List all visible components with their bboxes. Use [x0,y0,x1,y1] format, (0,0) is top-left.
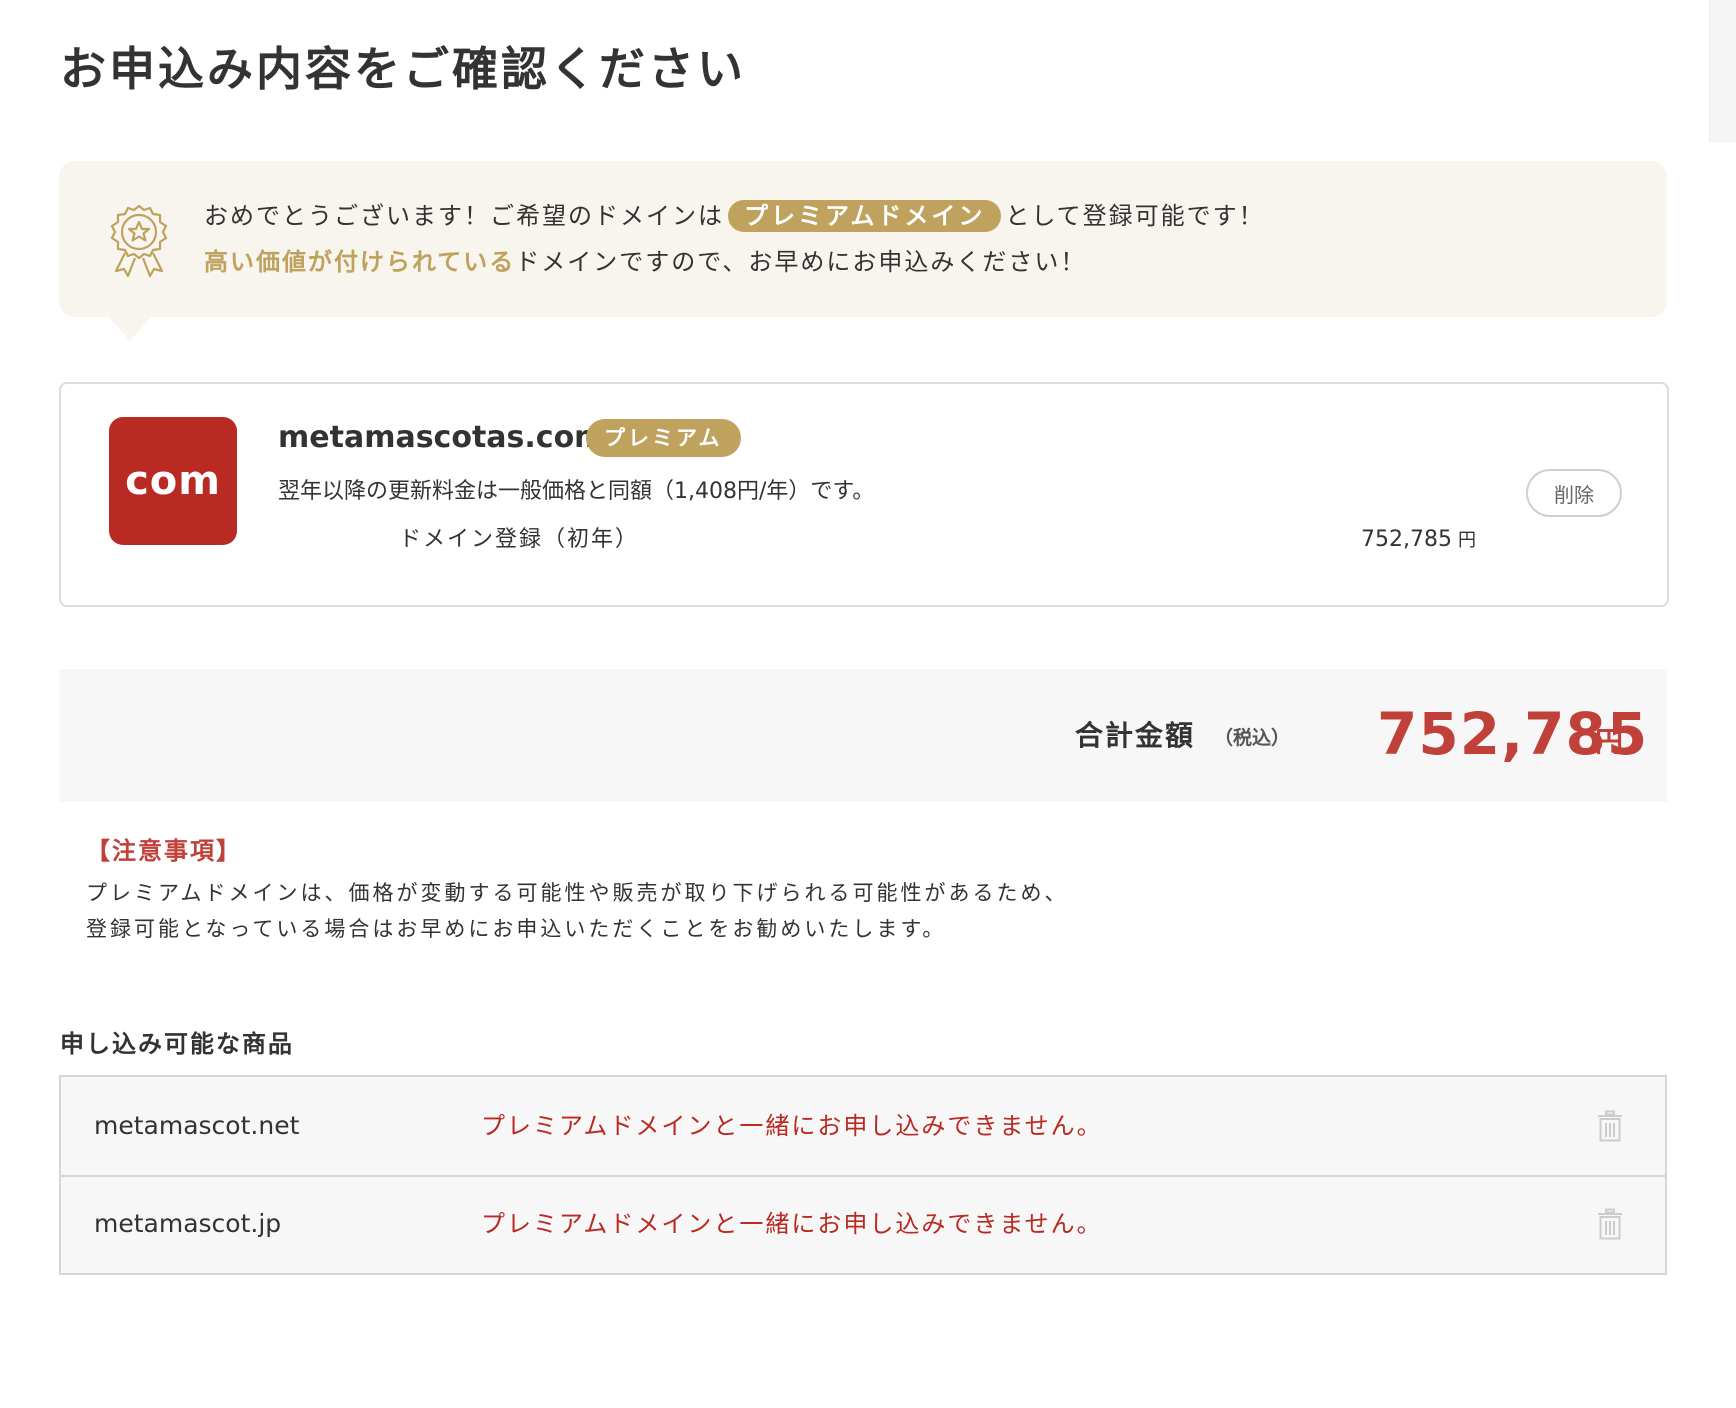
award-ribbon-icon [110,204,168,278]
trash-icon [1598,1110,1622,1142]
total-label: 合計金額 [1075,719,1196,752]
congratulations-notice: おめでとうございます！ご希望のドメインは プレミアムドメイン として登録可能です！ … [59,161,1667,341]
premium-tag: プレミアム [586,419,741,457]
product-unavailable-message: プレミアムドメインと一緒にお申し込みできません。 [481,1210,1103,1238]
trash-icon [1598,1208,1622,1240]
delete-button[interactable]: 削除 [1526,469,1622,517]
price-value: 752,785 [1361,527,1452,552]
available-products-title: 申し込み可能な商品 [60,1030,294,1058]
domain-card: com metamascotas.com プレミアム 翌年以降の更新料金は一般価… [59,382,1669,607]
caution-text: 登録可能となっている場合はお早めにお申込いただくことをお勧めいたします。 [86,917,947,941]
registration-item-price: 752,785 円 [1361,524,1476,557]
scrollbar-track[interactable] [1709,0,1736,142]
caution-text: プレミアムドメインは、価格が変動する可能性や販売が取り下げられる可能性があるため… [86,881,1069,905]
renewal-note: 翌年以降の更新料金は一般価格と同額（1,408円/年）です。 [278,479,875,504]
notice-line-1: おめでとうございます！ご希望のドメインは プレミアムドメイン として登録可能です！ [204,199,1265,233]
product-domain-name: metamascot.net [94,1111,300,1140]
domain-name: metamascotas.com [278,420,606,455]
notice-text: おめでとうございます！ご希望のドメインは [204,202,724,230]
product-row: metamascot.jp プレミアムドメインと一緒にお申し込みできません。 [61,1175,1665,1273]
total-panel: 合計金額 （税込） 752,785 円 [59,669,1667,802]
product-unavailable-message: プレミアムドメインと一緒にお申し込みできません。 [481,1112,1103,1140]
registration-item-label: ドメイン登録（初年） [399,527,640,552]
product-row: metamascot.net プレミアムドメインと一緒にお申し込みできません。 [61,1077,1665,1177]
notice-text: ドメインですので、お早めにお申込みください！ [515,248,1087,276]
notice-highlight: 高い価値が付けられている [204,248,516,276]
available-products-table: metamascot.net プレミアムドメインと一緒にお申し込みできません。 … [59,1075,1667,1275]
notice-text: として登録可能です！ [1005,202,1265,230]
price-currency: 円 [1457,530,1476,551]
tld-badge: com [109,417,237,545]
premium-domain-pill: プレミアムドメイン [728,200,1002,232]
page-title: お申込み内容をご確認ください [60,42,746,96]
notice-line-2: 高い価値が付けられているドメインですので、お早めにお申込みください！ [204,245,1086,279]
product-domain-name: metamascot.jp [94,1209,282,1238]
caution-title: 【注意事項】 [86,837,242,865]
total-currency: 円 [1595,725,1624,758]
tax-included-note: （税込） [1214,727,1291,749]
